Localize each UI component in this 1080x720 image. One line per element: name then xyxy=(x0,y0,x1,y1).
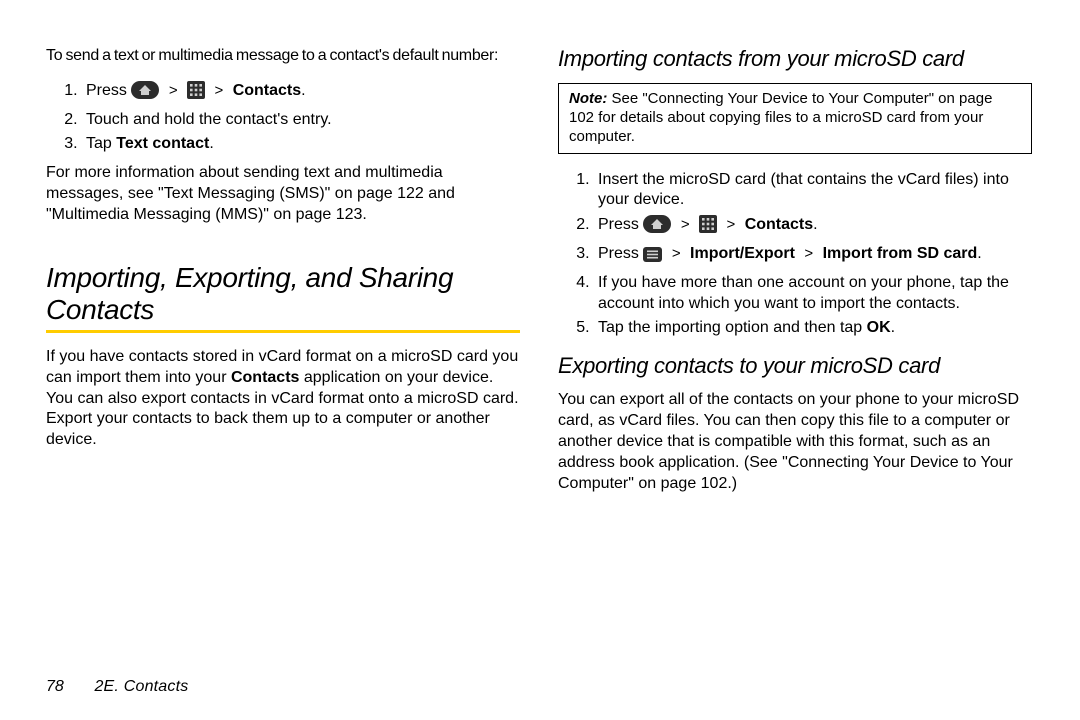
label-import-export: Import/Export xyxy=(690,245,795,262)
step-5: Tap the importing option and then tap OK… xyxy=(594,316,1032,341)
paragraph-more-info: For more information about sending text … xyxy=(46,163,520,225)
paragraph-import-intro: If you have contacts stored in vCard for… xyxy=(46,347,520,451)
label-contacts: Contacts xyxy=(745,216,813,233)
chevron-right-icon: > xyxy=(681,215,690,235)
home-icon xyxy=(643,215,671,240)
grid-icon xyxy=(187,81,205,106)
paragraph-intro-send: To send a text or multimedia message to … xyxy=(46,46,520,67)
chevron-right-icon: > xyxy=(804,244,813,264)
text: Press xyxy=(598,216,639,233)
paragraph-export-intro: You can export all of the contacts on yo… xyxy=(558,390,1032,494)
heading-importing-exporting-sharing: Importing, Exporting, and Sharing Contac… xyxy=(46,262,520,326)
step-2: Press > > Contacts. xyxy=(594,213,1032,242)
text: Press xyxy=(598,245,639,262)
heading-underline xyxy=(46,330,520,333)
label-import-from-sd: Import from SD card xyxy=(823,245,978,262)
label-contacts: Contacts xyxy=(233,82,301,99)
heading-importing-microsd: Importing contacts from your microSD car… xyxy=(558,46,1032,71)
page-footer: 78 2E. Contacts xyxy=(46,677,188,698)
menu-icon xyxy=(643,247,662,269)
text: Tap the importing option and then tap xyxy=(598,319,867,336)
step-3: Press > Import/Export > Import from SD c… xyxy=(594,242,1032,271)
label-ok: OK xyxy=(867,319,891,336)
heading-exporting-microsd: Exporting contacts to your microSD card xyxy=(558,353,1032,378)
text: Press xyxy=(86,82,127,99)
text: . xyxy=(209,135,213,152)
step-2: Touch and hold the contact's entry. xyxy=(82,108,520,133)
label-text-contact: Text contact xyxy=(116,135,209,152)
chevron-right-icon: > xyxy=(672,244,681,264)
right-column: Importing contacts from your microSD car… xyxy=(558,46,1032,696)
step-3: Tap Text contact. xyxy=(82,132,520,157)
note-box: Note: See "Connecting Your Device to You… xyxy=(558,83,1032,153)
text: Tap xyxy=(86,135,116,152)
note-label: Note: xyxy=(569,90,607,107)
step-1: Press > > Contacts. xyxy=(82,79,520,108)
note-text: See "Connecting Your Device to Your Comp… xyxy=(569,90,992,145)
section-label: 2E. Contacts xyxy=(94,678,188,695)
step-1: Insert the microSD card (that contains t… xyxy=(594,168,1032,214)
steps-import-microsd: Insert the microSD card (that contains t… xyxy=(558,168,1032,342)
left-column: To send a text or multimedia message to … xyxy=(46,46,520,696)
text: . xyxy=(891,319,895,336)
step-4: If you have more than one account on you… xyxy=(594,271,1032,317)
steps-send-message: Press > > Contacts. Touch and hold the c… xyxy=(46,79,520,157)
chevron-right-icon: > xyxy=(214,81,223,101)
chevron-right-icon: > xyxy=(169,81,178,101)
label-contacts: Contacts xyxy=(231,369,299,386)
home-icon xyxy=(131,81,159,106)
page-number: 78 xyxy=(46,678,64,695)
grid-icon xyxy=(699,215,717,240)
manual-page: To send a text or multimedia message to … xyxy=(0,0,1080,720)
chevron-right-icon: > xyxy=(726,215,735,235)
